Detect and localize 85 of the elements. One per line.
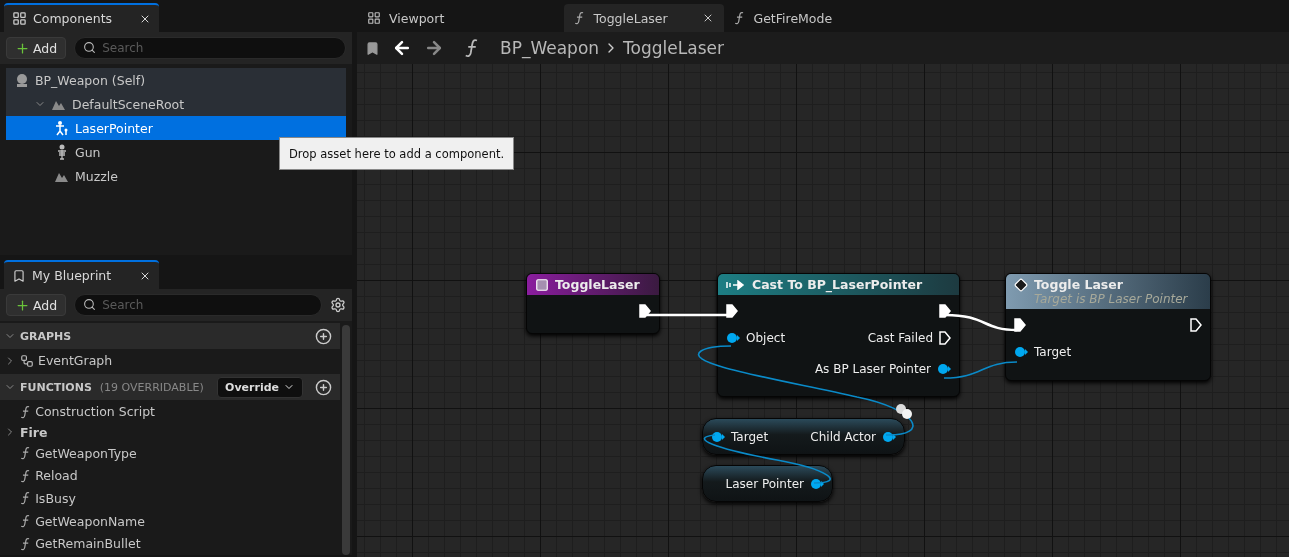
node-title: Cast To BP_LaserPointer <box>752 277 923 292</box>
search-icon <box>83 41 97 54</box>
list-item[interactable]: Fire <box>0 423 340 442</box>
reroute-knot-icon[interactable] <box>896 404 912 419</box>
list-item[interactable]: Reload <box>0 464 340 488</box>
node-title: ToggleLaser <box>555 277 640 292</box>
data-pin-icon[interactable] <box>810 477 824 490</box>
data-pin-icon[interactable] <box>1014 345 1028 358</box>
graph-node[interactable]: ToggleLaser <box>526 273 660 334</box>
list-item[interactable]: EventGraph <box>0 349 340 372</box>
cast-arrow-icon <box>726 279 746 290</box>
list-item[interactable]: GetWeaponName <box>0 509 340 533</box>
pure-node[interactable]: Laser Pointer <box>702 465 833 502</box>
search-field[interactable]: Search <box>74 37 346 59</box>
list-item[interactable]: IsBusy <box>0 487 340 510</box>
data-pin-icon[interactable] <box>711 430 725 443</box>
tooltip: Drop asset here to add a component. <box>279 137 515 170</box>
data-pin-icon[interactable] <box>937 362 951 375</box>
exec-pin-icon[interactable] <box>726 304 738 318</box>
plus-icon <box>15 297 30 313</box>
node-title: Toggle Laser <box>1034 277 1123 292</box>
tree-item[interactable]: DefaultSceneRoot <box>6 92 346 116</box>
editor-tab[interactable]: GetFireMode <box>724 4 843 32</box>
construction-function-icon <box>20 404 32 419</box>
scrollbar[interactable] <box>342 325 350 555</box>
pin-label: Laser Pointer <box>725 476 804 491</box>
function-icon <box>20 491 32 506</box>
pin-label: Child Actor <box>810 429 876 444</box>
graph-node[interactable]: Cast To BP_LaserPointer Object Cast Failed As BP Laser Pointer <box>717 273 960 397</box>
breadcrumb-item[interactable]: ToggleLaser <box>623 38 724 58</box>
section-title: GRAPHS <box>20 329 72 343</box>
viewport-icon <box>367 11 381 25</box>
list-item[interactable]: GetWeaponType <box>0 441 340 465</box>
editor-tab[interactable]: ToggleLaser <box>564 4 725 32</box>
function-icon <box>464 38 480 58</box>
add-button[interactable]: Add <box>6 37 67 59</box>
exec-pin-icon[interactable] <box>639 304 651 318</box>
pin-label: Object <box>746 330 786 345</box>
tree-item[interactable]: BP_Weapon (Self) <box>6 68 346 92</box>
list-item[interactable]: GetRemainBullet <box>0 532 340 555</box>
function-node-icon <box>1014 277 1028 292</box>
pin-label: Target <box>1034 344 1072 359</box>
components-icon <box>12 11 27 26</box>
function-icon <box>574 11 586 25</box>
figure-icon <box>54 120 70 136</box>
section-header[interactable]: FUNCTIONS (19 OVERRIDABLE) Override <box>0 374 340 401</box>
exec-pin-icon[interactable] <box>939 304 951 318</box>
event-icon <box>535 277 549 292</box>
breadcrumb-item[interactable]: BP_Weapon <box>500 38 600 58</box>
exec-pin-icon[interactable] <box>939 330 951 345</box>
function-icon <box>20 514 32 529</box>
data-pin-icon[interactable] <box>882 430 896 443</box>
plus-icon <box>15 40 30 56</box>
graph-icon <box>20 353 34 368</box>
search-icon <box>83 298 97 311</box>
tree-item[interactable]: LaserPointer <box>6 116 346 140</box>
function-icon <box>20 536 32 551</box>
pin-label: As BP Laser Pointer <box>814 361 931 376</box>
pure-node[interactable]: Target Child Actor <box>702 418 905 455</box>
add-button[interactable]: Add <box>6 294 67 316</box>
section-note: (19 OVERRIDABLE) <box>99 380 204 394</box>
panel-tab[interactable]: Components <box>4 3 159 32</box>
settings-icon[interactable] <box>330 297 346 313</box>
function-icon <box>20 446 32 461</box>
editor-tab[interactable]: Viewport <box>357 4 455 32</box>
search-field[interactable]: Search <box>74 294 322 316</box>
bookmark-icon[interactable] <box>365 40 380 56</box>
pin-label: Target <box>731 429 769 444</box>
section-header[interactable]: GRAPHS <box>0 323 340 350</box>
actor-icon <box>14 72 30 88</box>
function-icon <box>734 11 746 25</box>
graph-node[interactable]: Toggle Laser Target is BP Laser Pointer Target <box>1005 273 1211 381</box>
function-icon <box>20 468 32 483</box>
override-dropdown[interactable]: Override <box>217 376 303 398</box>
pin-label: Cast Failed <box>867 330 933 345</box>
book-icon <box>12 268 26 283</box>
list-item[interactable]: Construction Script <box>0 400 340 424</box>
node-subtitle: Target is BP Laser Pointer <box>1033 292 1189 306</box>
add-icon[interactable] <box>315 327 332 345</box>
add-icon[interactable] <box>315 378 332 396</box>
data-pin-icon[interactable] <box>726 331 740 344</box>
panel-tab[interactable]: My Blueprint <box>4 260 159 289</box>
section-title: FUNCTIONS <box>20 380 92 394</box>
exec-pin-icon[interactable] <box>1014 318 1026 332</box>
exec-pin-icon[interactable] <box>1190 318 1202 332</box>
